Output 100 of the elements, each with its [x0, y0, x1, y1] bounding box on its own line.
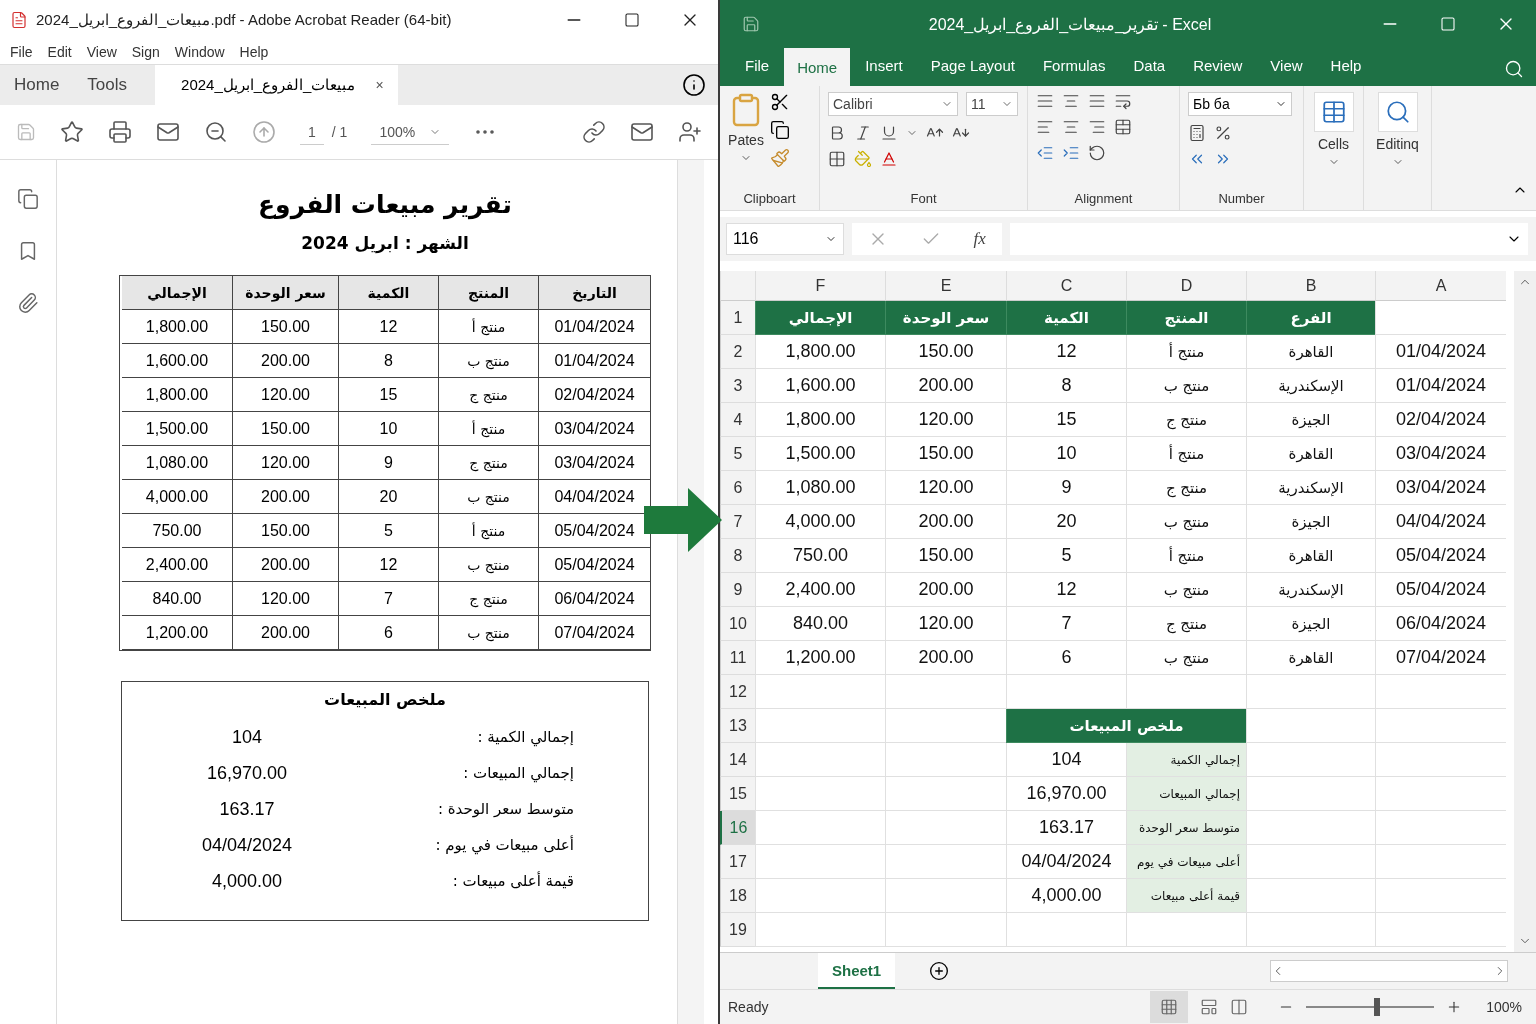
row-header[interactable]: 4 — [720, 403, 755, 437]
row-header[interactable]: 16 — [720, 811, 755, 845]
row-header[interactable]: 13 — [720, 709, 755, 743]
cut-icon[interactable] — [770, 92, 790, 112]
zoom-out-icon[interactable] — [204, 120, 228, 144]
column-header[interactable]: E — [885, 271, 1006, 301]
ribbon-tab[interactable]: Page Layout — [917, 48, 1028, 82]
column-header[interactable]: B — [1246, 271, 1375, 301]
editing-button[interactable]: Editinq — [1372, 92, 1423, 168]
align-top-icon[interactable] — [1036, 92, 1054, 110]
number-format-field[interactable]: Бb бa — [1188, 92, 1292, 116]
name-box[interactable]: 116 — [726, 223, 844, 255]
paperclip-icon[interactable] — [17, 292, 39, 314]
menu-item[interactable]: File — [10, 44, 33, 60]
ribbon-tab[interactable]: Home — [784, 48, 851, 86]
align-right-icon[interactable] — [1088, 118, 1106, 136]
star-icon[interactable] — [60, 120, 84, 144]
percent-icon[interactable] — [1214, 124, 1232, 142]
insert-function-button[interactable]: fx — [973, 229, 986, 249]
indent-increase-icon[interactable] — [1062, 144, 1080, 162]
link-icon[interactable] — [582, 120, 606, 144]
align-middle-icon[interactable] — [1062, 92, 1080, 110]
wrap-text-icon[interactable] — [1114, 92, 1132, 110]
menu-item[interactable]: Help — [239, 44, 269, 60]
font-name-field[interactable]: Calibri — [828, 92, 958, 116]
search-icon[interactable] — [1504, 59, 1524, 79]
ribbon-tab[interactable]: Review — [1180, 48, 1256, 82]
merge-icon[interactable] — [1114, 118, 1132, 136]
menu-item[interactable]: Window — [174, 44, 225, 60]
row-header[interactable]: 5 — [720, 437, 755, 471]
page-number-field[interactable]: 1 — [300, 119, 324, 145]
orientation-icon[interactable] — [1088, 144, 1106, 162]
info-icon[interactable] — [682, 73, 706, 97]
row-header[interactable]: 12 — [720, 675, 755, 709]
row-header[interactable]: 1 — [720, 301, 755, 335]
ribbon-tab[interactable]: Formulas — [1029, 48, 1119, 82]
table-cell: 03/04/2024 — [538, 446, 650, 480]
paste-button[interactable]: Pates — [728, 92, 764, 186]
row-header[interactable]: 19 — [720, 913, 755, 947]
ribbon-tab[interactable]: Data — [1120, 48, 1179, 82]
zoom-dropdown[interactable]: 100% — [371, 119, 450, 145]
row-header[interactable]: 3 — [720, 369, 755, 403]
italic-icon[interactable] — [854, 124, 872, 142]
nav-tab[interactable]: Tools — [73, 65, 142, 105]
align-center-icon[interactable] — [1062, 118, 1080, 136]
row-header[interactable]: 17 — [720, 845, 755, 879]
table-icon[interactable] — [1320, 99, 1347, 125]
row-header[interactable]: 11 — [720, 641, 755, 675]
mail-icon[interactable] — [630, 120, 654, 144]
user-add-icon[interactable] — [678, 120, 702, 144]
row-header[interactable]: 10 — [720, 607, 755, 641]
pages-icon[interactable] — [17, 188, 39, 210]
align-left-icon[interactable] — [1036, 118, 1054, 136]
page-up-icon[interactable] — [252, 120, 276, 144]
ribbon-tab[interactable]: File — [732, 48, 783, 82]
normal-view-button[interactable] — [1150, 991, 1189, 1023]
save-icon[interactable] — [742, 15, 760, 33]
row-header[interactable]: 14 — [720, 743, 755, 777]
row-header[interactable]: 7 — [720, 505, 755, 539]
column-header[interactable]: F — [755, 271, 885, 301]
grid-icon[interactable] — [1160, 998, 1179, 1016]
row-header[interactable]: 9 — [720, 573, 755, 607]
ribbon-tab[interactable]: Insert — [852, 48, 916, 82]
row-header[interactable]: 15 — [720, 777, 755, 811]
menu-item[interactable]: Edit — [47, 44, 72, 60]
copy-icon[interactable] — [770, 120, 790, 140]
page-break-icon[interactable] — [1230, 998, 1249, 1016]
row-header[interactable]: 8 — [720, 539, 755, 573]
close-tab-button[interactable]: × — [375, 77, 384, 93]
fill-color-icon[interactable] — [854, 150, 872, 168]
format-painter-icon[interactable] — [770, 148, 790, 168]
print-icon[interactable] — [108, 120, 132, 144]
row-header[interactable]: 2 — [720, 335, 755, 369]
nav-tab[interactable]: Home — [0, 65, 74, 105]
search-icon[interactable] — [1384, 99, 1411, 125]
menu-item[interactable]: View — [86, 44, 117, 60]
mail-icon[interactable] — [156, 120, 180, 144]
underline-icon[interactable] — [880, 124, 898, 142]
page-layout-icon[interactable] — [1200, 998, 1219, 1016]
maximize-icon[interactable] — [624, 12, 640, 28]
ribbon-tab[interactable]: Help — [1317, 48, 1375, 82]
row-header[interactable]: 6 — [720, 471, 755, 505]
column-header[interactable]: D — [1126, 271, 1246, 301]
align-bottom-icon[interactable] — [1088, 92, 1106, 110]
ribbon-tab[interactable]: View — [1257, 48, 1316, 82]
vertical-scrollbar[interactable] — [1514, 271, 1536, 952]
document-tab[interactable]: مبيعات_الفروع_ابريل_2024 × — [155, 65, 398, 105]
menu-item[interactable]: Sign — [131, 44, 160, 60]
font-size-field[interactable]: 11 — [966, 92, 1018, 116]
indent-decrease-icon[interactable] — [1036, 144, 1054, 162]
column-header[interactable]: C — [1006, 271, 1126, 301]
borders-icon[interactable] — [828, 150, 846, 168]
column-header[interactable]: A — [1375, 271, 1506, 301]
horizontal-scrollbar[interactable] — [1270, 960, 1508, 982]
sheet-tab[interactable]: Sheet1 — [818, 953, 896, 989]
add-sheet-icon[interactable] — [929, 961, 950, 981]
zoom-slider[interactable] — [1306, 998, 1435, 1016]
font-color-icon[interactable] — [880, 150, 898, 168]
row-header[interactable]: 18 — [720, 879, 755, 913]
zoom-thumb[interactable] — [1373, 998, 1380, 1016]
